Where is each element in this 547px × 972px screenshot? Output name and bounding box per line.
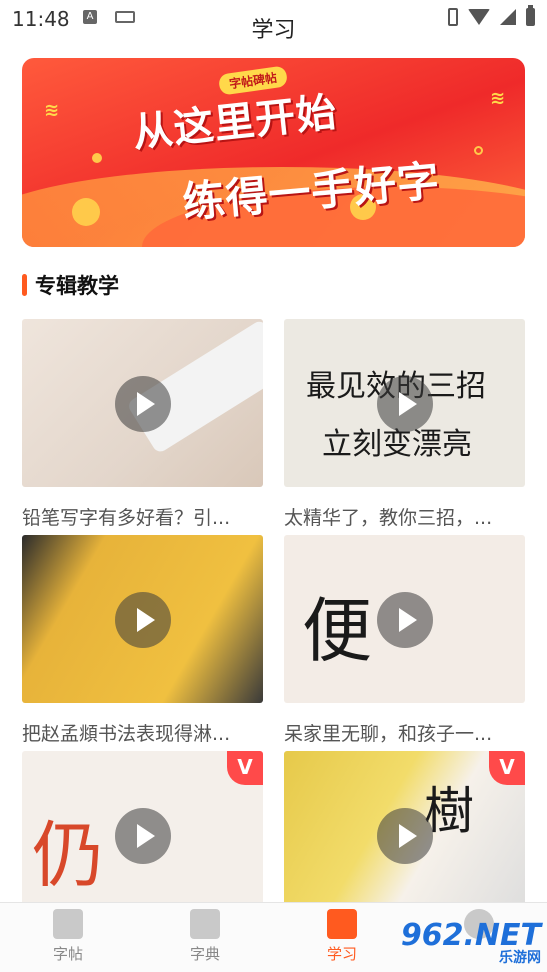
video-card[interactable]: 樹 V	[284, 751, 525, 919]
banner-headline: 从这里开始	[130, 89, 340, 157]
video-thumbnail[interactable]: 樹 V	[284, 751, 525, 919]
video-caption[interactable]: 把赵孟頫书法表现得淋...	[22, 719, 263, 746]
video-thumbnail[interactable]: 便	[284, 535, 525, 703]
section-heading: 专辑教学	[22, 270, 119, 300]
play-icon[interactable]	[377, 376, 433, 432]
promo-banner[interactable]: ≋ ≋ 字帖碑帖 从这里开始 练得一手好字	[22, 58, 525, 247]
video-thumbnail[interactable]	[22, 319, 263, 487]
play-icon[interactable]	[377, 808, 433, 864]
video-caption[interactable]: 呆家里无聊，和孩子一...	[284, 719, 525, 746]
graduation-cap-icon	[327, 909, 357, 939]
video-thumbnail[interactable]	[22, 535, 263, 703]
play-icon[interactable]	[377, 592, 433, 648]
section-accent-bar	[22, 274, 27, 296]
site-watermark: 962.NET 乐游网	[401, 918, 541, 967]
section-title: 专辑教学	[35, 274, 119, 298]
thumbnail-text: 仍	[32, 813, 105, 897]
nav-label: 字典	[189, 945, 220, 963]
zigzag-decor: ≋	[490, 88, 506, 109]
nav-label: 字帖	[52, 945, 83, 963]
video-card[interactable]: 铅笔写字有多好看？引...	[22, 319, 263, 530]
video-caption[interactable]: 太精华了，教你三招，...	[284, 503, 525, 530]
play-icon[interactable]	[115, 808, 171, 864]
decor-dot	[72, 198, 100, 226]
decor-dot	[92, 153, 102, 163]
video-caption[interactable]: 铅笔写字有多好看？引...	[22, 503, 263, 530]
page-title: 学习	[251, 18, 296, 43]
nav-item-dictionary[interactable]: 字典	[160, 909, 250, 964]
video-card[interactable]: 最见效的三招 立刻变漂亮 太精华了，教你三招，...	[284, 319, 525, 530]
pen-icon	[53, 909, 83, 939]
video-card[interactable]: 便 呆家里无聊，和孩子一...	[284, 535, 525, 746]
v-badge-icon: V	[489, 751, 525, 785]
video-card[interactable]: 仍 V	[22, 751, 263, 919]
decor-dot	[474, 146, 483, 155]
thumbnail-text: 便	[302, 590, 372, 672]
nav-label: 学习	[326, 945, 357, 963]
video-card[interactable]: 把赵孟頫书法表现得淋...	[22, 535, 263, 746]
book-icon	[190, 909, 220, 939]
video-thumbnail[interactable]: 最见效的三招 立刻变漂亮	[284, 319, 525, 487]
v-badge-icon: V	[227, 751, 263, 785]
zigzag-decor: ≋	[44, 100, 60, 121]
nav-item-study[interactable]: 学习	[297, 909, 387, 964]
nav-item-copybook[interactable]: 字帖	[23, 909, 113, 964]
video-thumbnail[interactable]: 仍 V	[22, 751, 263, 919]
play-icon[interactable]	[115, 376, 171, 432]
play-icon[interactable]	[115, 592, 171, 648]
